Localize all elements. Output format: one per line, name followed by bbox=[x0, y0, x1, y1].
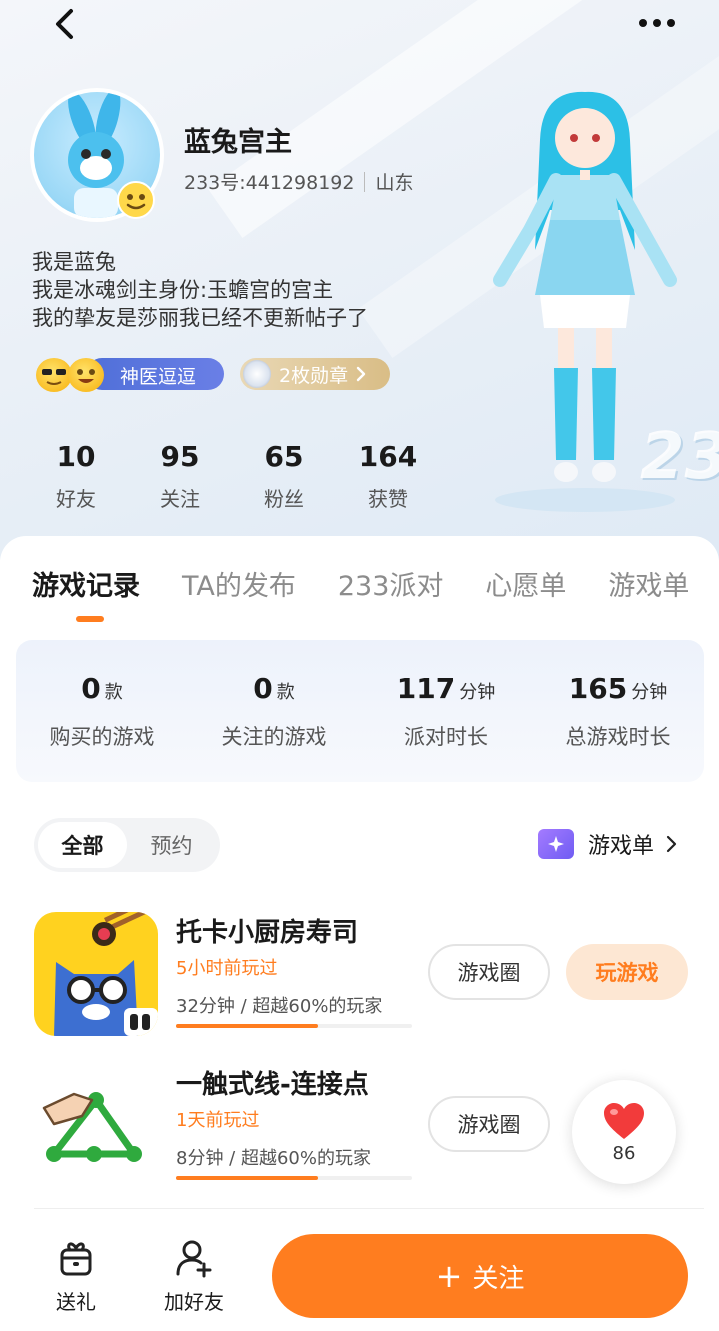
back-button[interactable] bbox=[44, 4, 84, 44]
active-tab-indicator bbox=[76, 616, 104, 622]
tab-game-lists[interactable]: 游戏单 bbox=[608, 564, 689, 603]
like-count: 86 bbox=[612, 1142, 636, 1164]
decorative-233-text: 233 bbox=[640, 420, 719, 494]
game-stats: 8分钟 / 超越60%的玩家 bbox=[176, 1148, 371, 1169]
summary-followed[interactable]: 0款 关注的游戏 bbox=[188, 640, 360, 782]
user-meta: 233号:441298192 山东 bbox=[184, 168, 413, 195]
user-location: 山东 bbox=[375, 172, 414, 194]
play-game-button[interactable]: 玩游戏 bbox=[566, 944, 688, 1000]
grin-emoji-icon bbox=[68, 358, 104, 392]
stat-label: 粉丝 bbox=[264, 487, 304, 511]
tab-game-records[interactable]: 游戏记录 bbox=[32, 564, 140, 603]
more-dots-icon bbox=[639, 19, 675, 27]
gift-label: 送礼 bbox=[56, 1290, 96, 1314]
user-bio: 我是蓝兔 我是冰魂剑主身份:玉蟾宫的宫主 我的挚友是莎丽我已经不更新帖子了 bbox=[32, 248, 368, 332]
summary-value: 165 bbox=[568, 672, 628, 705]
bio-line: 我的挚友是莎丽我已经不更新帖子了 bbox=[32, 306, 368, 330]
title-tag-label: 神医逗逗 bbox=[120, 366, 197, 388]
summary-unit: 分钟 bbox=[631, 682, 668, 703]
chevron-right-icon bbox=[356, 366, 366, 382]
summary-value: 0 bbox=[253, 672, 273, 705]
add-friend-button[interactable]: 加好友 bbox=[164, 1238, 224, 1315]
summary-party-time[interactable]: 117 分钟 派对时长 bbox=[360, 640, 532, 782]
tab-posts[interactable]: TA的发布 bbox=[182, 564, 296, 603]
summary-purchased[interactable]: 0款 购买的游戏 bbox=[16, 640, 188, 782]
chevron-left-icon bbox=[56, 9, 73, 39]
stat-following[interactable]: 95 关注 bbox=[128, 440, 232, 512]
user-id: 233号:441298192 bbox=[184, 172, 355, 194]
title-tag[interactable]: 神医逗逗 bbox=[36, 356, 224, 392]
summary-unit: 分钟 bbox=[459, 682, 496, 703]
username: 蓝兔宫主 bbox=[184, 127, 292, 158]
game-name: 一触式线-连接点 bbox=[176, 1070, 369, 1100]
tab-wishlist[interactable]: 心愿单 bbox=[485, 564, 566, 603]
stat-friends[interactable]: 10 好友 bbox=[24, 440, 128, 512]
game-filter-toggle: 全部 预约 bbox=[34, 818, 220, 872]
game-list-label: 游戏单 bbox=[588, 834, 655, 859]
summary-value: 0 bbox=[81, 672, 101, 705]
game-last-played: 5小时前玩过 bbox=[176, 958, 278, 979]
add-friend-label: 加好友 bbox=[164, 1290, 224, 1314]
plus-icon: + bbox=[435, 1257, 463, 1295]
summary-label: 派对时长 bbox=[404, 725, 488, 749]
game-icon-sushi bbox=[34, 912, 158, 1036]
game-last-played: 1天前玩过 bbox=[176, 1110, 260, 1131]
game-progress-bar bbox=[176, 1024, 412, 1028]
section-divider bbox=[34, 1208, 704, 1209]
game-item[interactable]: 托卡小厨房寿司 5小时前玩过 32分钟 / 超越60%的玩家 游戏圈 玩游戏 bbox=[34, 912, 704, 1042]
summary-unit: 款 bbox=[104, 682, 123, 703]
follow-label: 关注 bbox=[472, 1263, 525, 1294]
profile-stats: 10 好友 95 关注 65 粉丝 164 获赞 bbox=[24, 440, 440, 512]
chevron-right-icon bbox=[666, 835, 677, 853]
game-stats: 32分钟 / 超越60%的玩家 bbox=[176, 996, 383, 1017]
stat-label: 关注 bbox=[160, 487, 200, 511]
summary-unit: 款 bbox=[276, 682, 295, 703]
summary-label: 关注的游戏 bbox=[221, 725, 327, 749]
profile-tabs: 游戏记录 TA的发布 233派对 心愿单 游戏单 bbox=[32, 564, 719, 603]
gift-icon bbox=[60, 1242, 92, 1276]
game-progress-fill bbox=[176, 1024, 318, 1028]
profile-header: 蓝兔宫主 233号:441298192 山东 我是蓝兔 我是冰魂剑主身份:玉蟾宫… bbox=[0, 0, 719, 560]
add-friend-icon bbox=[176, 1240, 212, 1278]
game-progress-bar bbox=[176, 1176, 412, 1180]
follow-button[interactable]: + 关注 bbox=[272, 1234, 688, 1318]
medal-label: 2枚勋章 bbox=[279, 364, 349, 387]
stat-value: 95 bbox=[160, 440, 200, 473]
stat-value: 65 bbox=[264, 440, 304, 473]
stat-label: 好友 bbox=[56, 487, 96, 511]
stat-fans[interactable]: 65 粉丝 bbox=[232, 440, 336, 512]
game-summary: 0款 购买的游戏 0款 关注的游戏 117 分钟 派对时长 165 分钟 总游戏时长 bbox=[16, 640, 704, 782]
summary-total-time[interactable]: 165 分钟 总游戏时长 bbox=[532, 640, 704, 782]
game-icon-connect-dots bbox=[34, 1064, 158, 1188]
filter-all[interactable]: 全部 bbox=[38, 822, 127, 868]
divider bbox=[364, 171, 366, 192]
medal-button[interactable]: 2枚勋章 bbox=[240, 358, 390, 390]
bio-line: 我是蓝兔 bbox=[32, 250, 116, 274]
game-progress-fill bbox=[176, 1176, 318, 1180]
filter-reserve[interactable]: 预约 bbox=[127, 822, 216, 868]
gift-button[interactable]: 送礼 bbox=[56, 1238, 96, 1315]
summary-label: 总游戏时长 bbox=[565, 725, 671, 749]
game-name: 托卡小厨房寿司 bbox=[176, 918, 359, 948]
game-circle-button[interactable]: 游戏圈 bbox=[428, 944, 550, 1000]
bio-line: 我是冰魂剑主身份:玉蟾宫的宫主 bbox=[32, 278, 334, 302]
stat-value: 10 bbox=[56, 440, 96, 473]
summary-value: 117 bbox=[396, 672, 456, 705]
stat-value: 164 bbox=[358, 440, 418, 473]
stat-label: 获赞 bbox=[368, 487, 408, 511]
stat-likes[interactable]: 164 获赞 bbox=[336, 440, 440, 512]
game-list-link[interactable]: 游戏单 bbox=[538, 828, 678, 860]
game-circle-button[interactable]: 游戏圈 bbox=[428, 1096, 550, 1152]
heart-icon bbox=[604, 1102, 644, 1139]
more-button[interactable] bbox=[632, 8, 682, 38]
bottom-action-bar: 送礼 加好友 + 关注 bbox=[0, 1212, 719, 1331]
sunglasses-emoji-icon bbox=[36, 358, 72, 392]
medal-icon bbox=[243, 360, 271, 388]
tab-party[interactable]: 233派对 bbox=[338, 564, 444, 603]
like-button[interactable]: 86 bbox=[572, 1080, 676, 1184]
sparkle-icon bbox=[538, 829, 574, 859]
summary-label: 购买的游戏 bbox=[49, 725, 155, 749]
emoji-badge-icon bbox=[116, 180, 156, 220]
